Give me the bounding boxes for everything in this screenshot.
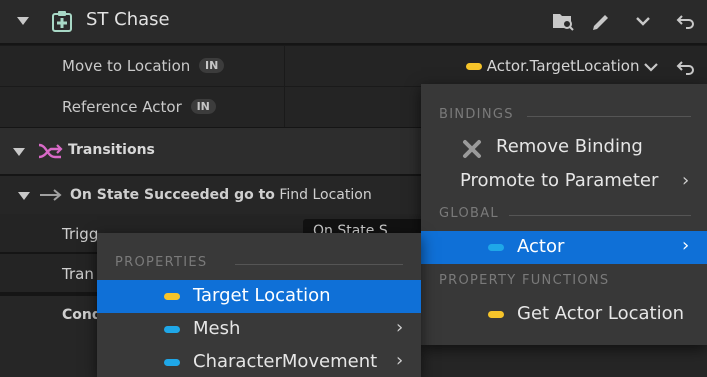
bindings-menu: BINDINGS Remove Binding Promote to Param… — [421, 84, 707, 345]
object-pin-icon — [488, 244, 504, 251]
reference-actor-label: Reference Actor IN — [62, 98, 216, 116]
object-pin-icon — [164, 359, 180, 366]
section-divider — [509, 215, 691, 216]
transition-text: On State Succeeded go to Find Location — [70, 187, 372, 203]
transition-target-text: Find Location — [279, 187, 372, 203]
actor-text: Actor — [517, 236, 565, 257]
in-badge: IN — [190, 99, 216, 114]
folder-search-icon — [553, 14, 574, 31]
move-to-location-label: Move to Location IN — [62, 57, 225, 75]
character-movement-item[interactable]: CharacterMovement › — [97, 347, 421, 377]
in-badge: IN — [199, 58, 225, 73]
collapse-caret-icon[interactable] — [17, 17, 29, 25]
property-functions-section-title: PROPERTY FUNCTIONS — [439, 273, 610, 288]
object-pin-icon — [164, 326, 180, 333]
properties-menu: PROPERTIES Target Location Mesh › Charac… — [97, 233, 421, 377]
binding-text: Actor.TargetLocation — [486, 57, 640, 75]
arrow-right-icon — [40, 189, 62, 201]
chevron-right-icon: › — [396, 350, 404, 371]
state-tree-task-icon — [52, 11, 72, 32]
chevron-right-icon: › — [682, 170, 690, 191]
pencil-icon — [593, 15, 608, 30]
remove-binding-text: Remove Binding — [496, 136, 643, 157]
transition-condition-text: On State Succeeded go to — [70, 187, 275, 203]
properties-section-title: PROPERTIES — [115, 255, 208, 270]
global-section-title: GLOBAL — [439, 206, 499, 221]
column-divider — [284, 87, 285, 127]
chevron-down-icon — [636, 17, 650, 26]
state-title: ST Chase — [86, 9, 170, 30]
transitions-caret-icon[interactable] — [13, 148, 25, 156]
binding-chevron-down-icon[interactable] — [643, 61, 659, 73]
options-dropdown-button[interactable] — [630, 8, 656, 34]
chevron-right-icon: › — [682, 235, 690, 256]
promote-text: Promote to Parameter — [460, 170, 659, 191]
reset-value-icon[interactable] — [676, 58, 696, 76]
move-to-location-row: Move to Location IN Actor.TargetLocation — [0, 45, 707, 86]
column-divider — [284, 46, 285, 86]
section-divider — [527, 116, 691, 117]
bindings-section-title: BINDINGS — [439, 107, 514, 122]
chevron-right-icon: › — [396, 317, 404, 338]
mesh-item[interactable]: Mesh › — [97, 314, 421, 345]
tran-label: Tran — [62, 265, 94, 283]
mesh-text: Mesh — [193, 318, 241, 339]
vector-pin-icon — [488, 311, 504, 318]
get-actor-location-text: Get Actor Location — [517, 303, 685, 324]
actor-item[interactable]: Actor › — [421, 231, 707, 264]
transition-merge-icon — [38, 143, 63, 159]
target-location-item[interactable]: Target Location — [97, 280, 421, 313]
binding-value[interactable]: Actor.TargetLocation — [466, 57, 640, 75]
move-to-location-text: Move to Location — [62, 57, 191, 75]
section-divider — [235, 264, 403, 265]
state-header: ST Chase — [0, 0, 707, 43]
reset-button[interactable] — [673, 8, 699, 34]
vector-pin-icon — [466, 63, 482, 70]
edit-button[interactable] — [588, 8, 614, 34]
transitions-label: Transitions — [68, 142, 155, 158]
vector-pin-icon — [164, 293, 180, 300]
get-actor-location-item[interactable]: Get Actor Location — [421, 300, 707, 330]
trigger-label: Trigg — [62, 225, 99, 243]
browse-button[interactable] — [550, 8, 576, 34]
remove-x-icon — [463, 140, 481, 158]
remove-binding-item[interactable]: Remove Binding — [421, 134, 707, 162]
promote-to-parameter-item[interactable]: Promote to Parameter › — [421, 168, 707, 196]
undo-arrow-icon — [676, 15, 694, 29]
target-location-text: Target Location — [193, 285, 331, 306]
reference-actor-text: Reference Actor — [62, 98, 182, 116]
transition-caret-icon[interactable] — [18, 192, 30, 200]
cond-label: Cond — [62, 307, 102, 323]
character-movement-text: CharacterMovement — [193, 351, 378, 372]
